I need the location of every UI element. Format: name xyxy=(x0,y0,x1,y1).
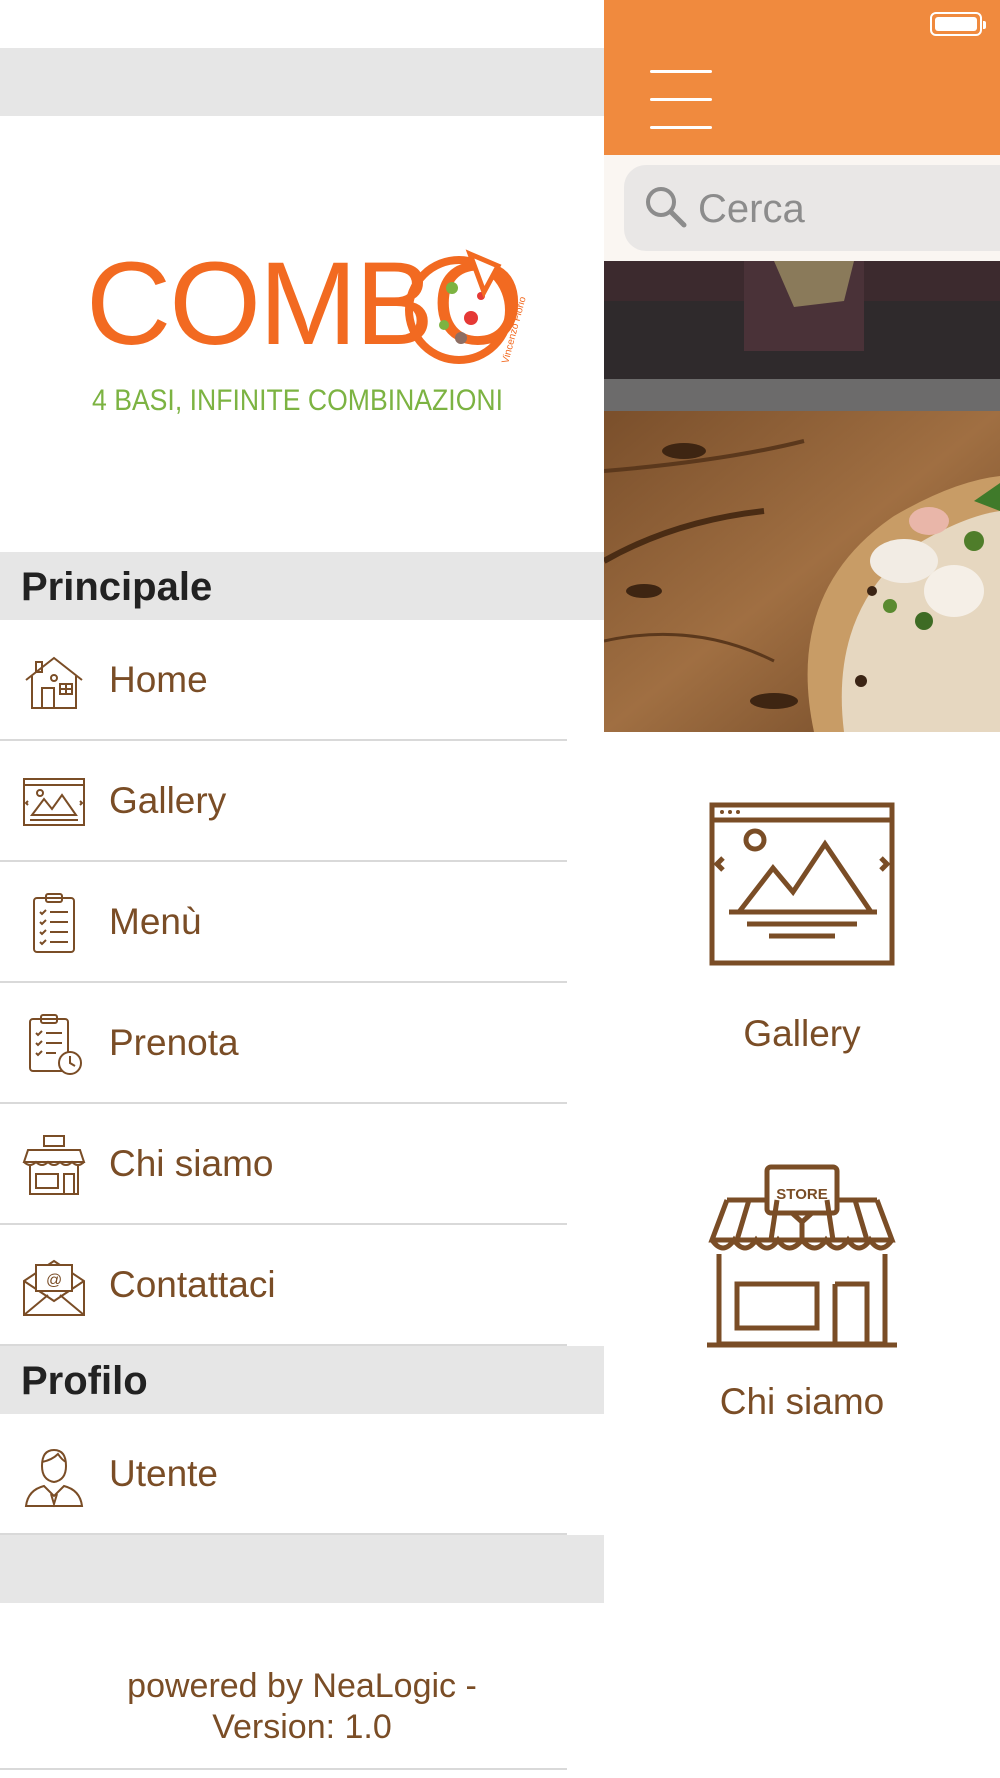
store-sign-text: STORE xyxy=(776,1186,827,1203)
gallery-icon xyxy=(709,802,895,966)
app-version-footer: powered by NeaLogic - Version: 1.0 xyxy=(0,1666,604,1748)
section-header-principale: Principale xyxy=(0,552,604,620)
menu-item-menu[interactable]: Menù xyxy=(0,862,567,983)
svg-text:@: @ xyxy=(46,1272,62,1289)
tile-gallery[interactable]: Gallery xyxy=(604,800,1000,1055)
brand-logo: COMBO Vincenzo Fiorio 4 BASI, INFINITE C… xyxy=(0,116,604,552)
search-field[interactable] xyxy=(624,165,1000,251)
clipboard-list-icon xyxy=(33,893,75,953)
menu-item-chi-siamo[interactable]: Chi siamo xyxy=(0,1104,567,1225)
tile-label: Chi siamo xyxy=(719,1381,885,1422)
menu-item-label: Home xyxy=(109,659,208,700)
menu-item-gallery[interactable]: Gallery xyxy=(0,741,567,862)
drawer-bottom-band xyxy=(0,1535,604,1603)
battery-icon xyxy=(930,12,986,36)
tile-label: Gallery xyxy=(743,1013,861,1054)
section-title: Profilo xyxy=(21,1359,148,1403)
top-navigation-bar xyxy=(604,0,1000,155)
menu-item-label: Prenota xyxy=(109,1022,239,1063)
menu-item-prenota[interactable]: Prenota xyxy=(0,983,567,1104)
hamburger-menu-icon[interactable] xyxy=(650,66,712,134)
menu-item-utente[interactable]: Utente xyxy=(0,1414,567,1535)
search-bar xyxy=(604,155,1000,261)
store-icon: STORE xyxy=(707,1164,897,1348)
user-icon xyxy=(24,1448,84,1508)
side-drawer: COMBO Vincenzo Fiorio 4 BASI, INFINITE C… xyxy=(0,0,604,1778)
menu-item-home[interactable]: Home xyxy=(0,620,567,741)
tile-chi-siamo[interactable]: STORE Chi siamo xyxy=(604,1162,1000,1423)
drawer-top-band xyxy=(0,48,604,116)
menu-item-label: Chi siamo xyxy=(109,1143,274,1184)
home-icon xyxy=(25,656,83,709)
footer-divider xyxy=(0,1768,567,1770)
menu-item-contattaci[interactable]: @ Contattaci xyxy=(0,1225,567,1346)
menu-item-label: Gallery xyxy=(109,780,227,821)
store-icon xyxy=(22,1135,86,1195)
menu-item-label: Contattaci xyxy=(109,1264,276,1305)
main-content: Gallery STORE Chi siamo xyxy=(604,0,1000,1778)
menu-item-label: Utente xyxy=(109,1453,219,1494)
section-header-profilo: Profilo xyxy=(0,1346,604,1414)
search-icon xyxy=(646,187,687,228)
envelope-at-icon: @ xyxy=(23,1259,85,1316)
footer-powered-by: powered by NeaLogic - xyxy=(127,1667,477,1705)
search-input[interactable] xyxy=(696,179,1000,239)
footer-version: Version: 1.0 xyxy=(212,1708,392,1746)
svg-text:4 BASI, INFINITE COMBINAZIONI: 4 BASI, INFINITE COMBINAZIONI xyxy=(92,384,503,417)
gallery-icon xyxy=(23,778,85,826)
hero-pizza-image xyxy=(604,261,1000,732)
clipboard-clock-icon xyxy=(29,1014,82,1075)
menu-item-label: Menù xyxy=(109,901,202,942)
section-title: Principale xyxy=(21,565,213,609)
